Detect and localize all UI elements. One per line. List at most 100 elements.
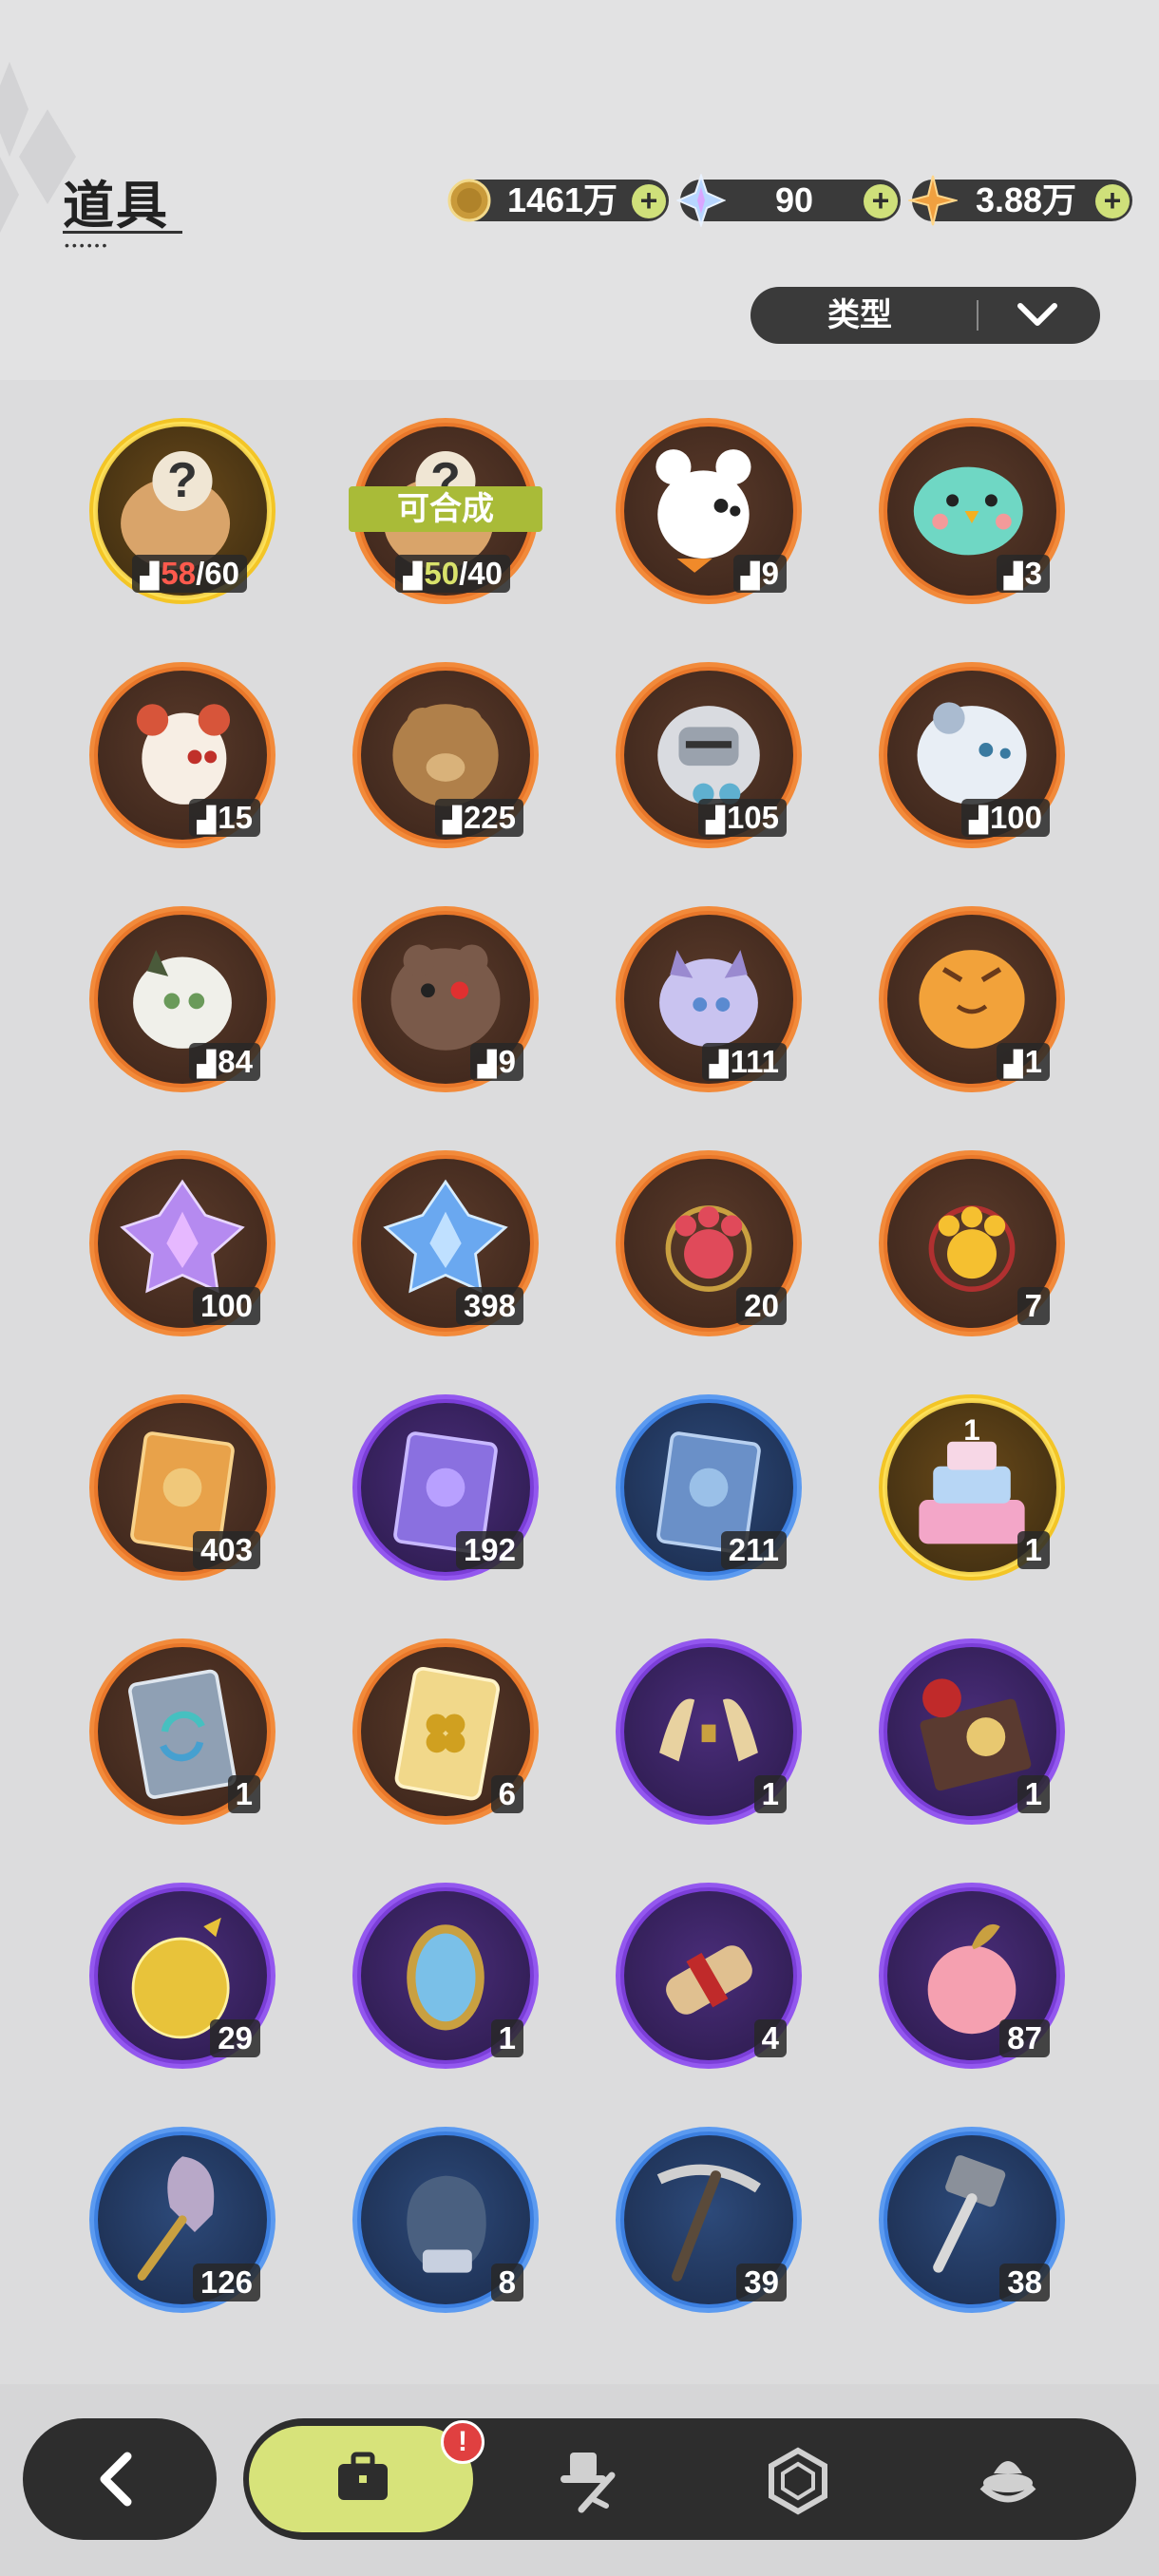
item-count: ▟9 — [469, 1043, 523, 1081]
count-value: 100 — [989, 800, 1042, 835]
inventory-item[interactable]: ▟111 — [616, 906, 802, 1092]
inventory-item[interactable]: ▟100 — [879, 662, 1065, 848]
inventory-item[interactable]: 20 — [616, 1150, 802, 1336]
inventory-item[interactable]: 192 — [352, 1394, 539, 1581]
title-dots: •••••• — [65, 237, 110, 253]
count-value: 398 — [463, 1288, 516, 1323]
puzzle-piece-icon: ▟ — [1003, 561, 1023, 590]
puzzle-piece-icon: ▟ — [740, 561, 760, 590]
count-value: 192 — [463, 1532, 516, 1567]
inventory-item[interactable]: 29 — [89, 1883, 276, 2069]
inventory-item[interactable]: ▟225 — [352, 662, 539, 848]
type-filter-dropdown[interactable]: 类型 — [750, 287, 1100, 344]
inventory-item[interactable]: ▟9 — [352, 906, 539, 1092]
inventory-item[interactable]: 1 — [879, 1638, 1065, 1825]
inventory-item[interactable]: 211 — [616, 1394, 802, 1581]
star-value: 3.88万 — [975, 180, 1077, 219]
count-value: 100 — [200, 1288, 253, 1323]
inventory-item[interactable]: ▟105 — [616, 662, 802, 848]
puzzle-piece-icon: ▟ — [403, 561, 423, 590]
inventory-item[interactable]: 1 — [89, 1638, 276, 1825]
hexagon-gem-icon — [769, 2447, 827, 2515]
inventory-item[interactable]: 4 — [616, 1883, 802, 2069]
add-star-button[interactable]: + — [1095, 184, 1130, 218]
item-count: ▟111 — [701, 1043, 787, 1081]
count-value: 29 — [218, 2020, 253, 2055]
item-count: ▟1 — [996, 1043, 1050, 1081]
add-crystal-button[interactable]: + — [864, 184, 898, 218]
inventory-item[interactable]: ▟1 — [879, 906, 1065, 1092]
item-count: 192 — [455, 1531, 523, 1569]
count-value: 87 — [1007, 2020, 1042, 2055]
inventory-item[interactable]: ▟15 — [89, 662, 276, 848]
inventory-item[interactable]: 1 — [352, 1883, 539, 2069]
count-value: 3 — [1024, 556, 1042, 591]
inventory-item[interactable]: ▟84 — [89, 906, 276, 1092]
alert-badge: ! — [441, 2420, 484, 2464]
item-count: 20 — [736, 1287, 787, 1325]
inventory-item[interactable]: ? 可合成 ▟50/40 — [349, 418, 542, 604]
inventory-item[interactable]: 87 — [879, 1883, 1065, 2069]
inventory-item[interactable]: ? ▟58/60 — [89, 418, 276, 604]
item-count: 7 — [1016, 1287, 1050, 1325]
count-value: 84 — [218, 1044, 253, 1079]
item-count: 211 — [720, 1531, 787, 1569]
count-value: 1 — [1024, 1776, 1042, 1811]
inventory-item[interactable]: 398 — [352, 1150, 539, 1336]
filter-label: 类型 — [827, 297, 892, 333]
star-currency: 3.88万 + — [908, 175, 1132, 226]
dessert-icon — [979, 2461, 1036, 2503]
inventory-item[interactable]: ▟9 — [616, 418, 802, 604]
bottom-tab-bar: ! — [243, 2418, 1136, 2540]
inventory-item[interactable]: 11 — [879, 1394, 1065, 1581]
puzzle-piece-icon: ▟ — [1003, 1050, 1023, 1078]
count-value: 403 — [200, 1532, 253, 1567]
compose-badge: 可合成 — [349, 486, 542, 532]
header: 道具 •••••• 1461万 + 90 + 3.88万 + 类型 — [0, 0, 1159, 380]
tab-dessert[interactable] — [918, 2418, 1089, 2540]
coin-icon — [447, 179, 491, 222]
item-count: 38 — [999, 2263, 1050, 2301]
item-count: ▟225 — [434, 799, 523, 837]
required-count: /40 — [459, 556, 503, 591]
count-value: 4 — [761, 2020, 779, 2055]
chevron-down-icon — [1017, 303, 1057, 326]
inventory-item[interactable]: 403 — [89, 1394, 276, 1581]
item-count: 29 — [210, 2019, 260, 2057]
inventory-item[interactable]: ▟3 — [879, 418, 1065, 604]
item-count: ▟58/60 — [132, 555, 247, 593]
tab-gem[interactable] — [709, 2418, 880, 2540]
bottom-bar: ! — [0, 2384, 1159, 2576]
item-count: 6 — [490, 1775, 523, 1813]
inventory-item[interactable]: 100 — [89, 1150, 276, 1336]
back-button[interactable] — [23, 2418, 217, 2540]
puzzle-piece-icon: ▟ — [705, 805, 725, 834]
count-value: 20 — [744, 1288, 779, 1323]
coin-currency: 1461万 + — [447, 179, 669, 222]
tab-bag[interactable]: ! — [249, 2420, 484, 2532]
inventory-item[interactable]: 39 — [616, 2127, 802, 2313]
inventory-item[interactable]: 38 — [879, 2127, 1065, 2313]
count-value: 39 — [744, 2264, 779, 2300]
item-count: 87 — [999, 2019, 1050, 2057]
crystal-currency: 90 + — [676, 174, 901, 227]
inventory-item[interactable]: 1 — [616, 1638, 802, 1825]
puzzle-piece-icon: ▟ — [442, 805, 462, 834]
inventory-item[interactable]: 126 — [89, 2127, 276, 2313]
count-value: 1 — [235, 1776, 253, 1811]
item-count: 1 — [227, 1775, 260, 1813]
item-count: 100 — [192, 1287, 260, 1325]
item-count: 1 — [1016, 1531, 1050, 1569]
add-coin-button[interactable]: + — [632, 184, 666, 218]
item-count: ▟100 — [960, 799, 1050, 837]
inventory-item[interactable]: 6 — [352, 1638, 539, 1825]
puzzle-piece-icon: ▟ — [968, 805, 988, 834]
item-count: 398 — [455, 1287, 523, 1325]
title-underline — [63, 231, 182, 234]
inventory-item[interactable]: 7 — [879, 1150, 1065, 1336]
tab-equipment[interactable] — [500, 2418, 671, 2540]
item-count: ▟50/40 — [395, 555, 510, 593]
item-count: 8 — [490, 2263, 523, 2301]
inventory-item[interactable]: 8 — [352, 2127, 539, 2313]
item-count: 1 — [490, 2019, 523, 2057]
